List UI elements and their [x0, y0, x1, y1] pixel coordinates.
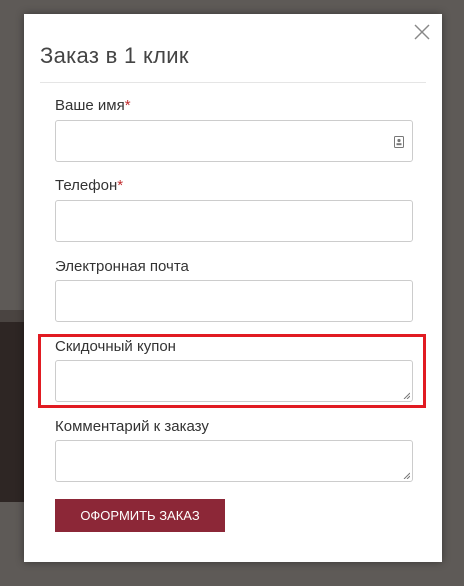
comment-textarea[interactable] [55, 440, 413, 482]
required-mark: * [117, 177, 124, 194]
name-field[interactable] [55, 120, 413, 162]
modal-title: Заказ в 1 клик [40, 43, 189, 68]
contact-card-icon[interactable] [394, 135, 404, 148]
phone-label: Телефон* [55, 177, 124, 194]
required-mark: * [124, 97, 131, 114]
resize-grip-icon[interactable] [403, 472, 410, 479]
email-label: Электронная почта [55, 258, 189, 275]
name-label: Ваше имя* [55, 97, 131, 114]
quick-order-modal: Заказ в 1 клик Ваше имя* Телефон* Электр… [24, 14, 442, 562]
title-divider [40, 82, 426, 83]
email-field[interactable] [55, 280, 413, 322]
coupon-textarea[interactable] [55, 360, 413, 402]
coupon-label: Скидочный купон [55, 338, 176, 355]
close-icon[interactable] [413, 23, 431, 41]
phone-field[interactable] [55, 200, 413, 242]
comment-label: Комментарий к заказу [55, 418, 209, 435]
resize-grip-icon[interactable] [403, 392, 410, 399]
submit-order-button[interactable]: ОФОРМИТЬ ЗАКАЗ [55, 499, 225, 532]
